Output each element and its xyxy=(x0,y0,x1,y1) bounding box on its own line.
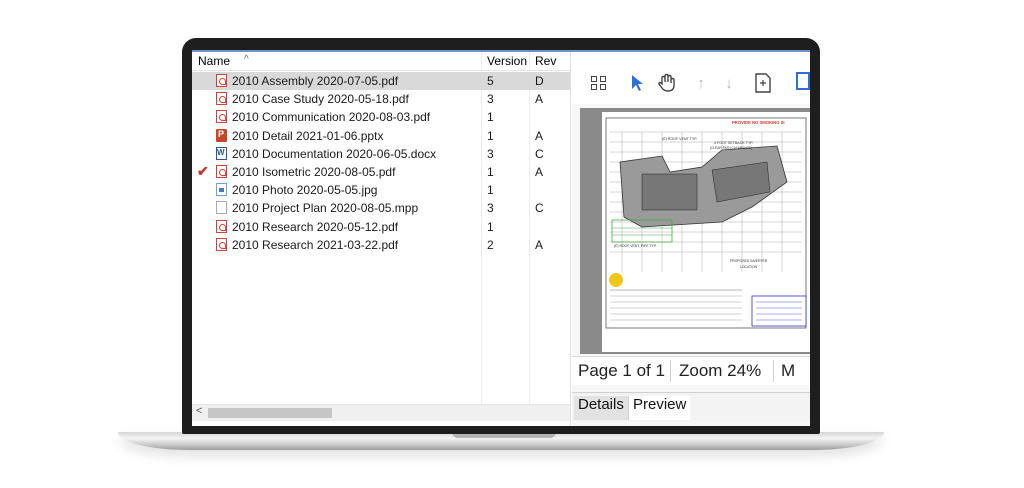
file-name: 2010 Detail 2021-01-06.pptx xyxy=(232,128,384,143)
svg-text:4 FOOT SETBACK TYP.: 4 FOOT SETBACK TYP. xyxy=(714,141,753,145)
pdf-file-icon xyxy=(216,92,227,106)
file-name: 2010 Photo 2020-05-05.jpg xyxy=(232,183,378,198)
document-page: PROVIDE NO SMOKING SI (E) ROOF VENT TYP.… xyxy=(602,112,810,352)
file-version: 1 xyxy=(487,110,494,125)
preview-toolbar: ↑ ↓ xyxy=(572,52,810,104)
file-row[interactable]: ✔ 2010 Isometric 2020-08-05.pdf 1 A xyxy=(192,163,570,181)
file-version: 5 xyxy=(487,74,494,88)
arrow-down-icon[interactable]: ↓ xyxy=(718,72,740,94)
scroll-left-icon[interactable]: < xyxy=(196,405,202,417)
file-rev: C xyxy=(535,146,544,161)
zoom-indicator[interactable]: Zoom 24% xyxy=(679,361,761,381)
fit-page-icon[interactable] xyxy=(752,72,774,94)
file-name: 2010 Isometric 2020-08-05.pdf xyxy=(232,164,396,179)
pdf-file-icon xyxy=(216,74,227,87)
image-file-icon xyxy=(216,183,227,197)
file-row[interactable]: 2010 Research 2021-03-22.pdf 2 A xyxy=(192,236,570,254)
column-version-header[interactable]: Version xyxy=(487,54,527,68)
status-divider xyxy=(773,360,774,382)
svg-text:(E) ROOF VENT, PIPE TYP.: (E) ROOF VENT, PIPE TYP. xyxy=(614,244,657,248)
pdf-file-icon xyxy=(216,164,227,178)
document-header-text: PROVIDE NO SMOKING SI xyxy=(732,120,785,125)
file-row[interactable]: 2010 Case Study 2020-05-18.pdf 3 A xyxy=(192,90,570,108)
document-viewer[interactable]: PROVIDE NO SMOKING SI (E) ROOF VENT TYP.… xyxy=(580,108,810,354)
page-indicator: Page 1 of 1 xyxy=(578,361,665,380)
file-rows: 2010 Assembly 2020-07-05.pdf 5 D 2010 Case … xyxy=(192,72,570,254)
pan-hand-icon[interactable] xyxy=(656,72,678,94)
sort-ascending-icon: ^ xyxy=(244,54,249,65)
file-row[interactable]: 2010 Documentation 2020-06-05.docx 3 C xyxy=(192,145,570,163)
markup-point-icon[interactable] xyxy=(609,273,623,287)
pdf-file-icon xyxy=(216,219,227,233)
generic-file-icon xyxy=(216,201,227,215)
file-name: 2010 Project Plan 2020-08-05.mpp xyxy=(232,201,419,216)
file-rev: C xyxy=(535,201,544,216)
column-header: Name ^ Version Rev xyxy=(192,52,570,71)
app-screen: Name ^ Version Rev 2010 Assembly 2020-07… xyxy=(192,50,810,426)
tab-details[interactable]: Details xyxy=(574,396,628,420)
column-rev-header[interactable]: Rev xyxy=(535,54,556,68)
file-version: 1 xyxy=(487,128,494,143)
file-name: 2010 Communication 2020-08-03.pdf xyxy=(232,110,431,125)
file-row[interactable]: 2010 Assembly 2020-07-05.pdf 5 D xyxy=(192,72,570,90)
file-version: 3 xyxy=(487,146,494,161)
file-row[interactable]: 2010 Communication 2020-08-03.pdf 1 xyxy=(192,108,570,126)
svg-text:LOCATION: LOCATION xyxy=(740,265,758,269)
file-name: 2010 Documentation 2020-06-05.docx xyxy=(232,146,437,161)
checked-out-icon: ✔ xyxy=(197,162,209,179)
docx-file-icon xyxy=(216,146,227,160)
file-rev: A xyxy=(535,164,544,179)
file-row[interactable]: 2010 Project Plan 2020-08-05.mpp 3 C xyxy=(192,199,570,217)
file-version: 1 xyxy=(487,164,494,179)
file-name: 2010 Assembly 2020-07-05.pdf xyxy=(232,74,399,88)
pdf-file-icon xyxy=(216,237,227,251)
file-rev: A xyxy=(535,128,544,143)
file-name: 2010 Case Study 2020-05-18.pdf xyxy=(232,92,409,107)
status-divider xyxy=(670,360,671,382)
arrow-up-icon[interactable]: ↑ xyxy=(690,72,712,94)
column-name-header[interactable]: Name xyxy=(198,54,230,68)
svg-text:(CLEAR PATH CLEARANCE): (CLEAR PATH CLEARANCE) xyxy=(710,146,752,150)
file-version: 1 xyxy=(487,219,494,234)
preview-panel: ↑ ↓ PROVIDE NO SMOKING SI (E) ROOF VENT … xyxy=(572,52,810,426)
pdf-file-icon xyxy=(216,110,227,124)
file-version: 2 xyxy=(487,237,494,252)
bottom-tab-bar: Details Preview xyxy=(572,392,810,421)
file-row[interactable]: 2010 Photo 2020-05-05.jpg 1 xyxy=(192,181,570,199)
pptx-file-icon xyxy=(216,128,227,142)
file-row[interactable]: 2010 Research 2020-05-12.pdf 1 xyxy=(192,218,570,236)
scrollbar-thumb[interactable] xyxy=(208,408,332,418)
file-name: 2010 Research 2020-05-12.pdf xyxy=(232,219,399,234)
thumbnails-grid-icon[interactable] xyxy=(588,72,610,94)
select-box-icon[interactable] xyxy=(796,72,810,90)
file-version: 3 xyxy=(487,201,494,216)
file-rev: A xyxy=(535,237,544,252)
file-name: 2010 Research 2021-03-22.pdf xyxy=(232,237,399,252)
svg-text:(E) ROOF VENT TYP.: (E) ROOF VENT TYP. xyxy=(662,137,697,141)
preview-status-bar: Page 1 of 1 Zoom 24% M xyxy=(572,356,810,385)
file-rev: D xyxy=(535,74,544,88)
file-rev: A xyxy=(535,92,544,107)
horizontal-scrollbar[interactable]: < xyxy=(192,404,570,421)
file-version: 3 xyxy=(487,92,494,107)
file-version: 1 xyxy=(487,183,494,198)
tab-preview[interactable]: Preview xyxy=(628,396,691,420)
pointer-arrow-icon[interactable] xyxy=(626,72,648,94)
file-row[interactable]: 2010 Detail 2021-01-06.pptx 1 A xyxy=(192,127,570,145)
svg-text:PROPOSED INVERTER: PROPOSED INVERTER xyxy=(730,259,768,263)
file-list-panel: Name ^ Version Rev 2010 Assembly 2020-07… xyxy=(192,52,571,426)
status-extra: M xyxy=(781,361,796,380)
